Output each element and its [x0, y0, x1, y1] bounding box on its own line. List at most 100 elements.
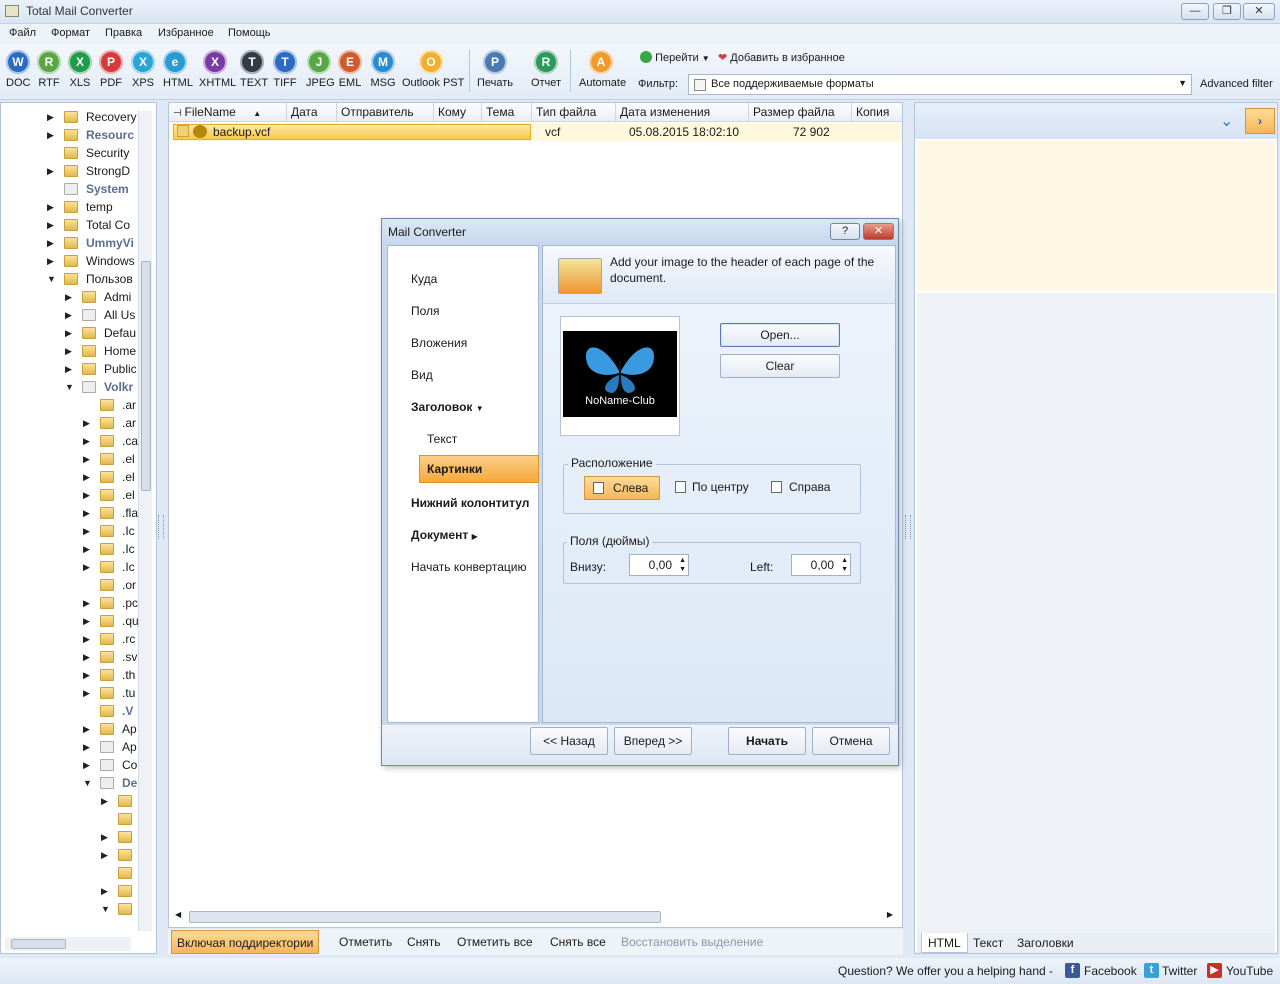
collapsed-arrow-icon[interactable]: ▶ — [101, 796, 108, 807]
chevron-right-icon[interactable]: › — [1245, 108, 1275, 134]
collapsed-arrow-icon[interactable]: ▶ — [83, 490, 90, 501]
collapsed-arrow-icon[interactable]: ▶ — [47, 112, 54, 123]
collapsed-arrow-icon[interactable]: ▶ — [83, 634, 90, 645]
nav-attachments[interactable]: Вложения — [411, 336, 467, 350]
collapsed-arrow-icon[interactable]: ▶ — [83, 724, 90, 735]
tree-item[interactable]: ▶ Public — [1, 361, 137, 379]
tree-item[interactable]: ▶ Ap — [1, 739, 137, 757]
tree-item[interactable]: ▶ Defau — [1, 325, 137, 343]
tree-item[interactable]: ▶ .sv — [1, 649, 137, 667]
nav-header[interactable]: Заголовок ▼ — [411, 400, 484, 414]
tree-item[interactable]: ▶ All Us — [1, 307, 137, 325]
tree-item[interactable]: ▶ .Ic — [1, 541, 137, 559]
dialog-help-button[interactable]: ? — [830, 223, 860, 240]
scroll-thumb[interactable] — [189, 911, 661, 923]
back-button[interactable]: << Назад — [530, 727, 608, 755]
collapsed-arrow-icon[interactable]: ▶ — [83, 688, 90, 699]
tree-item[interactable]: ▶ .el — [1, 451, 137, 469]
tree-item[interactable]: ▶ .ca — [1, 433, 138, 451]
toolbar-button-doc[interactable]: W DOC — [6, 50, 30, 89]
tree-item[interactable]: System — [1, 181, 137, 199]
tree-item[interactable]: ▶ Home — [1, 343, 137, 361]
expanded-arrow-icon[interactable]: ▼ — [101, 904, 110, 914]
restore-selection-button[interactable]: Восстановить выделение — [621, 935, 763, 949]
tree-item[interactable]: .or — [1, 577, 137, 595]
expanded-arrow-icon[interactable]: ▼ — [83, 778, 92, 788]
scroll-thumb[interactable] — [141, 261, 151, 491]
tree-horizontal-scrollbar[interactable] — [5, 937, 131, 951]
collapsed-arrow-icon[interactable]: ▶ — [101, 832, 108, 843]
folder-tree[interactable]: ▶ Recovery ▶ Resourc Security ▶ StrongD System ▶… — [0, 102, 157, 954]
col-date[interactable]: Дата — [287, 103, 337, 122]
col-copy[interactable]: Копия — [852, 103, 902, 122]
menu-edit[interactable]: Правка — [105, 27, 142, 39]
collapsed-arrow-icon[interactable]: ▶ — [83, 670, 90, 681]
splitter-grip[interactable] — [905, 515, 911, 539]
tree-item[interactable]: ▶ Total Co — [1, 217, 137, 235]
close-button[interactable]: ✕ — [1243, 3, 1275, 20]
start-button[interactable]: Начать — [728, 727, 806, 755]
toolbar-button-xhtml[interactable]: X XHTML — [199, 50, 236, 89]
tree-item[interactable]: ▶ Admi — [1, 289, 137, 307]
menu-help[interactable]: Помощь — [228, 27, 271, 39]
toolbar-button-outlook-pst[interactable]: O Outlook PST — [402, 50, 464, 89]
tree-item[interactable]: Security — [1, 145, 137, 163]
collapsed-arrow-icon[interactable]: ▶ — [65, 310, 72, 321]
collapsed-arrow-icon[interactable]: ▶ — [101, 850, 108, 861]
tree-item[interactable]: ▶ .el — [1, 487, 137, 505]
spinner-arrows-icon[interactable]: ▲ ▼ — [841, 556, 848, 574]
margin-bottom-input[interactable]: 0,00 ▲ ▼ — [629, 554, 689, 576]
collapsed-arrow-icon[interactable]: ▶ — [83, 652, 90, 663]
collapsed-arrow-icon[interactable]: ▶ — [83, 418, 90, 429]
advanced-filter-link[interactable]: Advanced filter — [1200, 78, 1273, 90]
toolbar-button-xls[interactable]: X XLS — [68, 50, 92, 89]
youtube-link[interactable]: YouTube — [1226, 964, 1273, 978]
collapsed-arrow-icon[interactable]: ▶ — [83, 544, 90, 555]
align-left-button[interactable]: Слева — [584, 476, 660, 500]
collapsed-arrow-icon[interactable]: ▶ — [65, 364, 72, 375]
list-horizontal-scrollbar[interactable]: ◀ ▶ — [173, 910, 899, 924]
expanded-arrow-icon[interactable]: ▼ — [47, 274, 56, 284]
tree-item[interactable]: ▶ temp — [1, 199, 137, 217]
collapsed-arrow-icon[interactable]: ▶ — [83, 436, 90, 447]
collapsed-arrow-icon[interactable]: ▶ — [65, 328, 72, 339]
collapsed-arrow-icon[interactable]: ▶ — [101, 886, 108, 897]
collapsed-arrow-icon[interactable]: ▶ — [83, 598, 90, 609]
nav-document[interactable]: Документ ▶ — [411, 528, 478, 542]
collapsed-arrow-icon[interactable]: ▶ — [83, 742, 90, 753]
tree-item[interactable]: ▶ .el — [1, 469, 137, 487]
col-subject[interactable]: Тема — [482, 103, 532, 122]
tab-html[interactable]: HTML — [921, 933, 968, 953]
toolbar-button-rtf[interactable]: R RTF — [37, 50, 61, 89]
toolbar-button-text[interactable]: T TEXT — [240, 50, 268, 89]
tree-item[interactable]: ▶ — [1, 883, 137, 901]
col-modified[interactable]: Дата изменения — [616, 103, 749, 122]
tree-item[interactable]: ▶ .ar — [1, 415, 137, 433]
tree-item[interactable]: ▶ .Ic — [1, 523, 137, 541]
col-filetype[interactable]: Тип файла — [532, 103, 616, 122]
nav-footer[interactable]: Нижний колонтитул — [411, 496, 529, 510]
nav-view[interactable]: Вид — [411, 368, 433, 382]
table-row[interactable]: backup.vcf vcf 05.08.2015 18:02:10 72 90… — [169, 123, 902, 141]
expanded-arrow-icon[interactable]: ▼ — [65, 382, 74, 392]
tree-item[interactable]: ▶ UmmyVi — [1, 235, 137, 253]
tree-item[interactable]: ▼ De — [1, 775, 137, 793]
col-filename[interactable]: ⊣ FileName ▲ — [169, 103, 287, 122]
facebook-link[interactable]: Facebook — [1084, 964, 1137, 978]
tree-item[interactable]: ▼ — [1, 901, 137, 919]
tab-text[interactable]: Текст — [973, 936, 1003, 950]
next-button[interactable]: Вперед >> — [614, 727, 692, 755]
col-sender[interactable]: Отправитель — [337, 103, 434, 122]
menu-file[interactable]: Файл — [9, 27, 36, 39]
toolbar-button-jpeg[interactable]: J JPEG — [306, 50, 335, 89]
collapsed-arrow-icon[interactable]: ▶ — [65, 292, 72, 303]
add-favorites-button[interactable]: ❤ Добавить в избранное — [718, 51, 845, 64]
collapsed-arrow-icon[interactable]: ▶ — [47, 256, 54, 267]
collapsed-arrow-icon[interactable]: ▶ — [65, 346, 72, 357]
col-to[interactable]: Кому — [434, 103, 482, 122]
tree-item[interactable]: .V — [1, 703, 137, 721]
nav-pictures-active[interactable]: Картинки — [419, 455, 539, 483]
tab-headers[interactable]: Заголовки — [1017, 936, 1074, 950]
cancel-button[interactable]: Отмена — [812, 727, 890, 755]
tree-item[interactable]: ▶ .pc — [1, 595, 138, 613]
